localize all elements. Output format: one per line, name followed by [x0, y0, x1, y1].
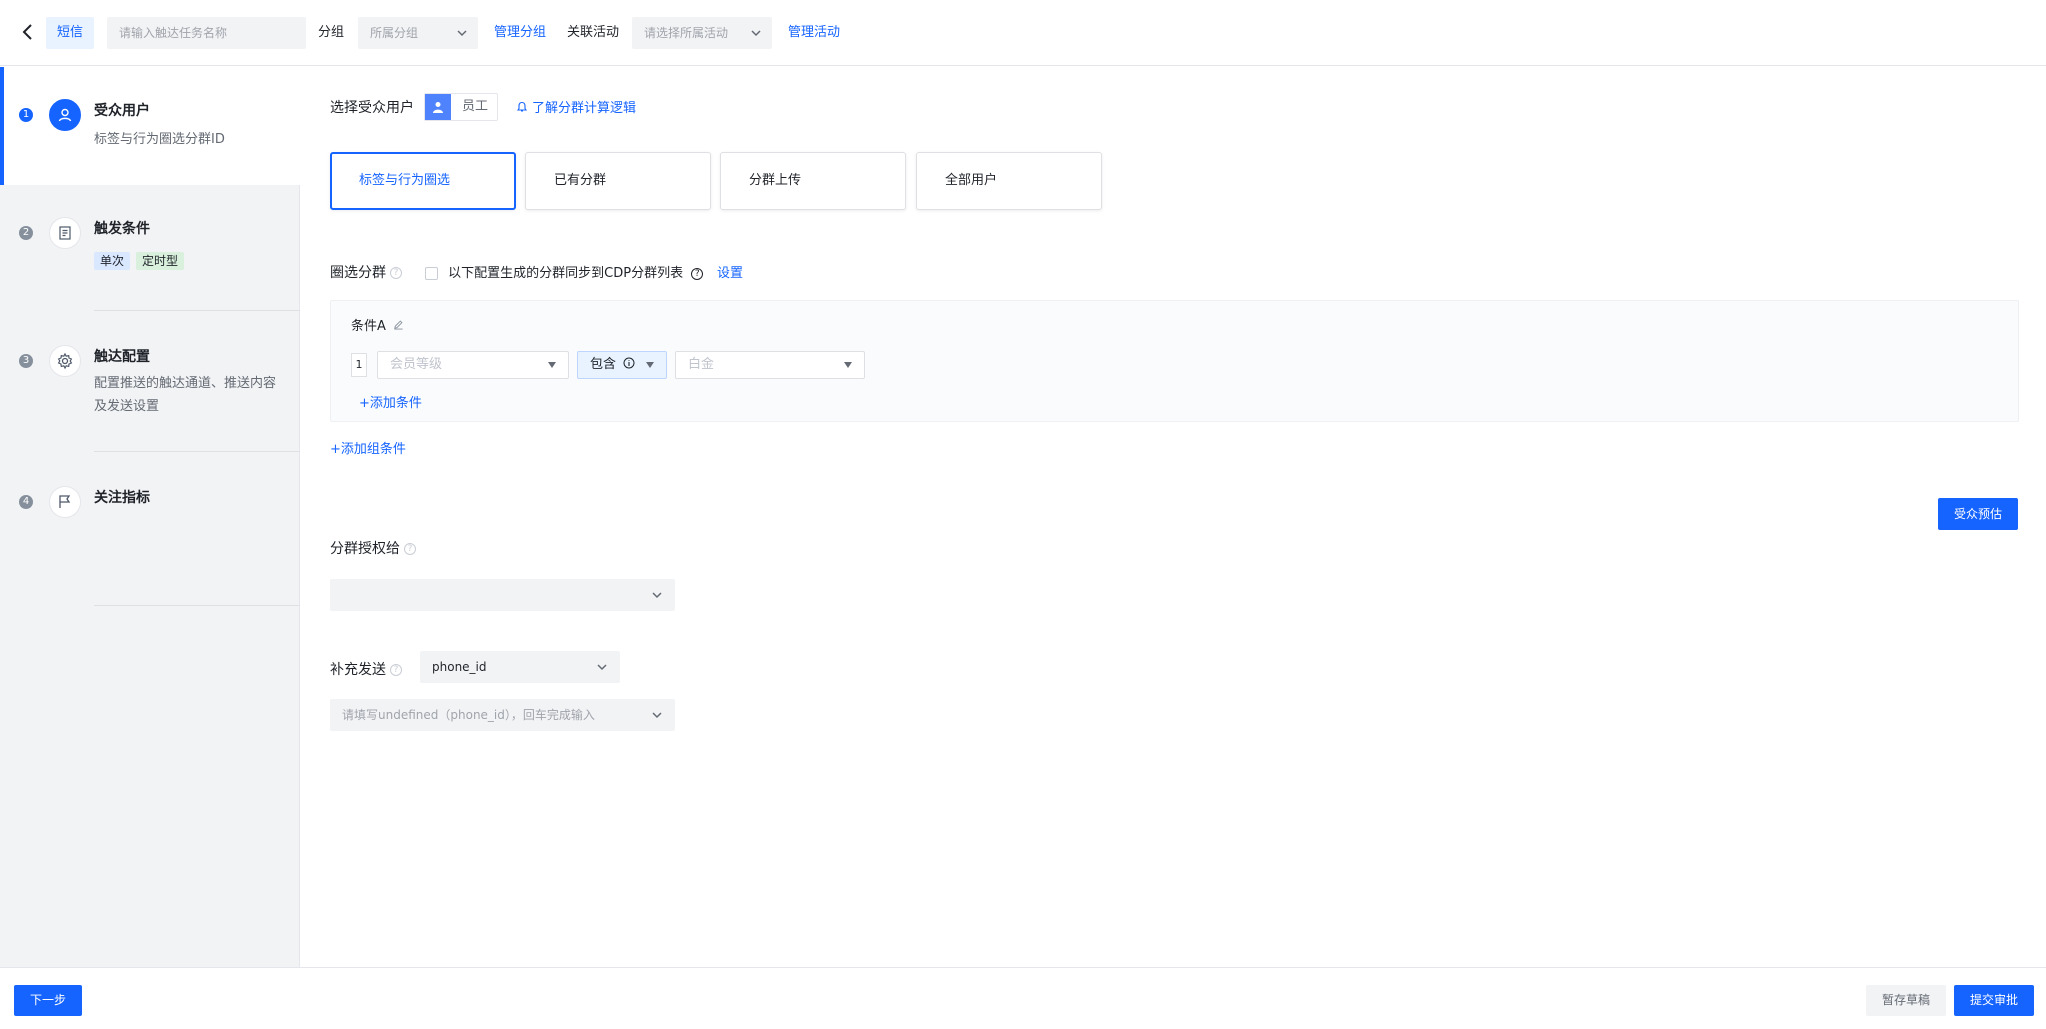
audience-estimate-button[interactable]: 受众预估: [1938, 498, 2018, 530]
step-sidebar: 1 受众用户 标签与行为圈选分群ID 2 触发条件 单次 定时型 3 触达配置 配…: [0, 67, 300, 967]
next-step-button[interactable]: 下一步: [14, 985, 82, 1016]
employee-icon: [425, 94, 451, 120]
add-condition-link[interactable]: +添加条件: [359, 392, 422, 411]
chevron-down-icon: [457, 30, 467, 37]
supplement-label-row: 补充发送?: [330, 659, 402, 679]
segment-label: 圈选分群: [330, 265, 386, 281]
condition-value-placeholder: 白金: [688, 357, 715, 372]
authorize-label: 分群授权给: [330, 541, 400, 557]
segment-label-row: 圈选分群?: [330, 262, 402, 282]
help-icon: ?: [404, 543, 416, 555]
add-group-condition-link[interactable]: +添加组条件: [330, 438, 406, 457]
mode-card-all-users[interactable]: 全部用户: [916, 152, 1102, 210]
step-title: 触达配置: [94, 349, 150, 365]
step-trigger[interactable]: 2 触发条件 单次 定时型: [0, 185, 300, 311]
employee-toggle[interactable]: 员工: [424, 93, 498, 121]
condition-operator-select[interactable]: 包含: [577, 351, 667, 379]
sync-cdp-checkbox[interactable]: 以下配置生成的分群同步到CDP分群列表 ?: [425, 262, 704, 281]
activity-select[interactable]: 请选择所属活动: [632, 17, 772, 49]
supplement-select[interactable]: phone_id: [420, 651, 620, 683]
activity-select-placeholder: 请选择所属活动: [644, 26, 729, 40]
chevron-down-icon: [597, 664, 607, 671]
step-audience[interactable]: 1 受众用户 标签与行为圈选分群ID: [0, 67, 300, 185]
supplement-input[interactable]: 请填写undefined（phone_id），回车完成输入: [330, 699, 675, 731]
step-tags: 单次 定时型: [94, 252, 190, 270]
step-desc: 配置推送的触达通道、推送内容及发送设置: [94, 376, 277, 414]
supplement-select-value: phone_id: [432, 660, 487, 674]
step-number: 2: [19, 226, 33, 240]
condition-row-index: 1: [351, 353, 367, 377]
group-select[interactable]: 所属分组: [358, 17, 478, 49]
condition-field-placeholder: 会员等级: [390, 357, 443, 372]
top-bar: 短信 请输入触达任务名称 分组 所属分组 管理分组 关联活动 请选择所属活动 管…: [0, 0, 2046, 66]
help-icon: ?: [390, 267, 402, 279]
step-number: 4: [19, 495, 33, 509]
condition-field-select[interactable]: 会员等级: [377, 351, 569, 379]
employee-label: 员工: [462, 99, 489, 114]
mode-card-tag-behavior[interactable]: 标签与行为圈选: [330, 152, 516, 210]
authorize-label-row: 分群授权给?: [330, 538, 416, 558]
supplement-label: 补充发送: [330, 662, 386, 678]
tag-single: 单次: [94, 252, 131, 270]
settings-link[interactable]: 设置: [717, 262, 743, 281]
divider: [94, 605, 300, 606]
tag-scheduled: 定时型: [136, 252, 185, 270]
step-delivery[interactable]: 3 触达配置 配置推送的触达通道、推送内容及发送设置: [0, 311, 300, 452]
question-circle-icon: ?: [691, 267, 704, 280]
related-activity-label: 关联活动: [567, 25, 620, 40]
condition-group-name: 条件A: [351, 319, 386, 334]
channel-tag: 短信: [46, 17, 95, 49]
submit-approval-button[interactable]: 提交审批: [1954, 985, 2034, 1016]
condition-group-panel: 条件A 1 会员等级 包含 白金 +添加条件: [330, 300, 2019, 422]
caret-down-icon: [548, 362, 556, 368]
chevron-down-icon: [751, 30, 761, 37]
gear-icon: [49, 345, 81, 377]
step-title: 受众用户: [94, 103, 150, 119]
manage-activity-link[interactable]: 管理活动: [788, 17, 840, 49]
step-number: 3: [19, 354, 33, 368]
chevron-down-icon: [652, 712, 662, 719]
sync-cdp-label: 以下配置生成的分群同步到CDP分群列表: [448, 266, 684, 281]
caret-down-icon: [646, 362, 654, 368]
audience-label: 选择受众用户: [330, 100, 414, 116]
condition-value-select[interactable]: 白金: [675, 351, 865, 379]
info-icon: [623, 357, 635, 369]
step-metrics[interactable]: 4 关注指标: [0, 452, 300, 606]
footer-bar: 下一步 暂存草稿 提交审批: [0, 967, 2046, 1029]
edit-icon[interactable]: [393, 319, 404, 330]
supplement-input-placeholder: 请填写undefined（phone_id），回车完成输入: [342, 708, 595, 722]
authorize-select[interactable]: [330, 579, 675, 611]
back-arrow-icon[interactable]: [16, 20, 40, 44]
step-desc: 标签与行为圈选分群ID: [94, 132, 225, 147]
document-icon: [49, 217, 81, 249]
task-name-input[interactable]: 请输入触达任务名称: [107, 17, 306, 49]
learn-logic-link[interactable]: 了解分群计算逻辑: [516, 97, 636, 116]
condition-operator: 包含: [590, 357, 617, 372]
mode-card-segment-upload[interactable]: 分群上传: [720, 152, 906, 210]
checkbox-icon[interactable]: [425, 267, 438, 280]
chevron-down-icon: [652, 592, 662, 599]
flag-icon: [49, 486, 81, 518]
bell-icon: [516, 101, 528, 112]
mode-card-existing-segment[interactable]: 已有分群: [525, 152, 711, 210]
group-select-placeholder: 所属分组: [370, 26, 419, 40]
step-title: 关注指标: [94, 490, 150, 506]
group-label: 分组: [318, 25, 345, 40]
save-draft-button[interactable]: 暂存草稿: [1866, 985, 1946, 1016]
user-icon: [49, 99, 81, 131]
condition-group-title: 条件A: [351, 315, 404, 334]
caret-down-icon: [844, 362, 852, 368]
learn-logic-text: 了解分群计算逻辑: [532, 101, 637, 116]
step-title: 触发条件: [94, 221, 150, 237]
manage-group-link[interactable]: 管理分组: [494, 17, 546, 49]
step-number: 1: [19, 108, 33, 122]
help-icon: ?: [390, 664, 402, 676]
